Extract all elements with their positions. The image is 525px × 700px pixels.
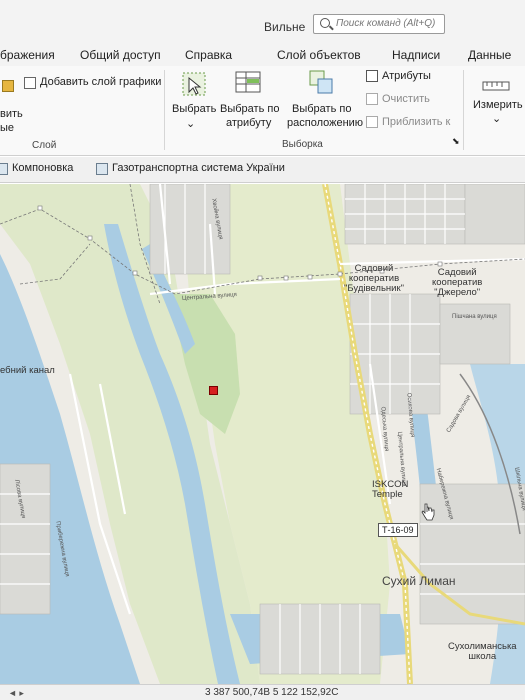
clear-icon	[366, 93, 378, 105]
map-label-garden-dzherelo: Садовий кооператив "Джерело"	[432, 268, 482, 298]
layer-icon	[2, 80, 14, 92]
map-label-garden-budivelnyk: Садовий кооператив "Будівельник"	[344, 264, 404, 294]
group-divider-2	[463, 70, 464, 150]
search-placeholder: Поиск команд (Alt+Q)	[336, 18, 436, 29]
map-label-town: Сухий Лиман	[382, 574, 456, 588]
map-label-line: "Будівельник"	[344, 283, 404, 294]
zoom-to-button[interactable]: Приблизить к	[382, 116, 450, 128]
attributes-button[interactable]: Атрибуты	[382, 70, 431, 82]
select-by-attribute-icon	[235, 71, 261, 93]
attributes-icon	[366, 70, 378, 82]
coordinate-readout: 3 387 500,74В 5 122 152,92С	[205, 687, 339, 698]
road-shield: Т-16-09	[378, 523, 418, 537]
tab-help[interactable]: Справка	[185, 48, 232, 62]
tab-imagery[interactable]: бражения	[0, 48, 55, 62]
ruler-icon	[482, 81, 510, 91]
map-label-line: "Джерело"	[434, 287, 481, 298]
select-by-location-button[interactable]: Выбрать по	[292, 103, 351, 115]
search-icon	[320, 18, 330, 28]
clear-button[interactable]: Очистить	[382, 93, 430, 105]
map-label-canal: ебний канал	[0, 365, 55, 376]
select-by-attribute-button[interactable]: Выбрать по	[220, 103, 279, 115]
select-icon	[182, 72, 206, 96]
measure-button[interactable]: Измерить	[473, 99, 523, 111]
group-divider	[164, 70, 165, 150]
layout-icon	[0, 163, 8, 175]
add-layer-button-partial-2[interactable]: ые	[0, 122, 14, 134]
select-by-location-label-2: расположению	[287, 117, 364, 129]
chevron-down-icon[interactable]: ⌄	[186, 117, 195, 130]
map-label-line: школа	[468, 651, 497, 662]
tab-labeling[interactable]: Надписи	[392, 48, 440, 62]
dialog-launcher-icon[interactable]: ⬊	[452, 136, 460, 147]
add-layer-button-partial[interactable]: вить	[0, 108, 23, 120]
project-title: Вильне	[264, 20, 306, 34]
tab-map-label: Газотранспортна система України	[112, 162, 285, 174]
zoom-to-icon	[366, 116, 378, 128]
tab-data[interactable]: Данные	[468, 48, 511, 62]
map-icon	[96, 163, 108, 175]
hand-cursor-icon	[421, 503, 435, 521]
selection-group-label: Выборка	[282, 139, 323, 150]
tab-share[interactable]: Общий доступ	[80, 48, 161, 62]
title-bar: Вильне Поиск команд (Alt+Q)	[0, 0, 525, 40]
tab-feature-layer[interactable]: Слой объектов	[277, 48, 361, 62]
map-label-street: Пiшчана вулиця	[452, 314, 497, 320]
add-graphics-layer-button[interactable]: Добавить слой графики	[40, 76, 161, 88]
tab-map-view[interactable]: Газотранспортна система України	[96, 162, 285, 180]
map-label-school: Сухолиманська школа	[448, 642, 517, 662]
chevron-down-icon[interactable]: ⌄	[492, 112, 501, 125]
status-bar: ◄ ▸ 3 387 500,74В 5 122 152,92С	[0, 684, 525, 700]
command-search-input[interactable]: Поиск команд (Alt+Q)	[313, 14, 445, 34]
select-by-attribute-label-2: атрибуту	[226, 117, 272, 129]
ribbon-body: Добавить слой графики вить ые Слой Выбра…	[0, 66, 525, 156]
location-marker[interactable]	[209, 386, 218, 395]
graphics-layer-icon	[24, 77, 36, 89]
map-label-line: Temple	[372, 489, 403, 500]
tab-layout-label: Компоновка	[12, 162, 74, 174]
view-tabs: Компоновка Газотранспортна система Украї…	[0, 157, 525, 183]
map-view[interactable]: Садовий кооператив "Будівельник" Садовий…	[0, 184, 525, 684]
layer-group-label: Слой	[32, 140, 57, 151]
basemap	[0, 184, 525, 684]
select-by-location-icon	[309, 70, 333, 94]
ribbon-tabs: бражения Общий доступ Справка Слой объек…	[0, 40, 525, 106]
select-button[interactable]: Выбрать	[172, 103, 216, 115]
nav-arrows-icon[interactable]: ◄ ▸	[8, 688, 24, 699]
tab-layout[interactable]: Компоновка	[0, 162, 73, 180]
